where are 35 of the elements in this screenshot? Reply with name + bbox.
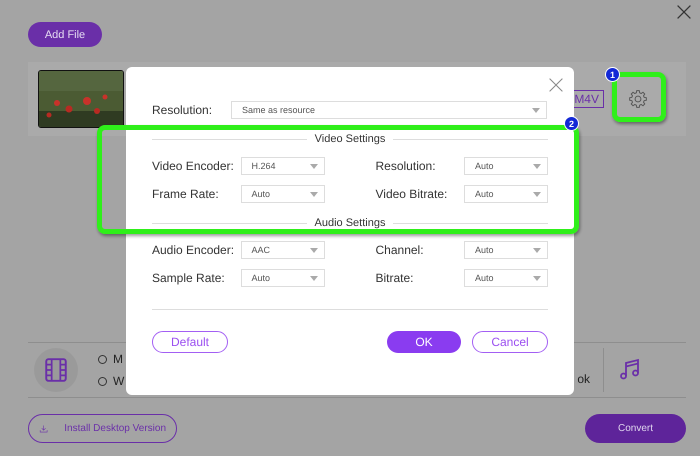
field-label: Resolution: bbox=[152, 103, 214, 117]
field-label: Bitrate: bbox=[376, 271, 414, 285]
dropdown[interactable]: Auto bbox=[464, 185, 548, 203]
close-icon[interactable] bbox=[676, 4, 692, 20]
resolution-dropdown[interactable]: Same as resource bbox=[231, 101, 547, 119]
dialog-button[interactable]: Cancel bbox=[472, 331, 548, 353]
dropdown[interactable]: Auto bbox=[240, 269, 324, 287]
field-label: Sample Rate: bbox=[152, 271, 225, 285]
field-label: Frame Rate: bbox=[152, 187, 219, 201]
dropdown[interactable]: AAC bbox=[240, 241, 324, 259]
field-label: Resolution: bbox=[376, 159, 436, 173]
field-label: Video Encoder: bbox=[152, 159, 234, 173]
field-label: Video Bitrate: bbox=[376, 187, 448, 201]
dropdown[interactable]: Auto bbox=[464, 157, 548, 175]
dropdown[interactable]: Auto bbox=[240, 185, 324, 203]
close-icon[interactable] bbox=[548, 77, 564, 93]
section-title: Audio Settings bbox=[314, 217, 386, 229]
settings-icon[interactable] bbox=[628, 89, 648, 109]
radio-button[interactable] bbox=[98, 354, 107, 364]
field-label: Channel: bbox=[376, 243, 424, 257]
format-label: ok bbox=[577, 372, 590, 386]
field-label: Audio Encoder: bbox=[152, 243, 234, 257]
add-file-button[interactable]: Add File bbox=[28, 22, 102, 47]
section-title: Video Settings bbox=[314, 133, 386, 145]
format-label: M bbox=[113, 352, 123, 366]
ok-button[interactable]: OK bbox=[387, 331, 461, 353]
convert-button[interactable]: Convert bbox=[585, 414, 686, 443]
dropdown[interactable]: H.264 bbox=[240, 157, 324, 175]
format-label: W bbox=[113, 374, 124, 388]
film-icon[interactable] bbox=[34, 348, 78, 392]
dropdown[interactable]: Auto bbox=[464, 269, 548, 287]
dialog-button[interactable]: Default bbox=[152, 331, 228, 353]
music-note-icon[interactable] bbox=[618, 358, 642, 382]
radio-button[interactable] bbox=[98, 376, 107, 386]
dropdown[interactable]: Auto bbox=[464, 241, 548, 259]
